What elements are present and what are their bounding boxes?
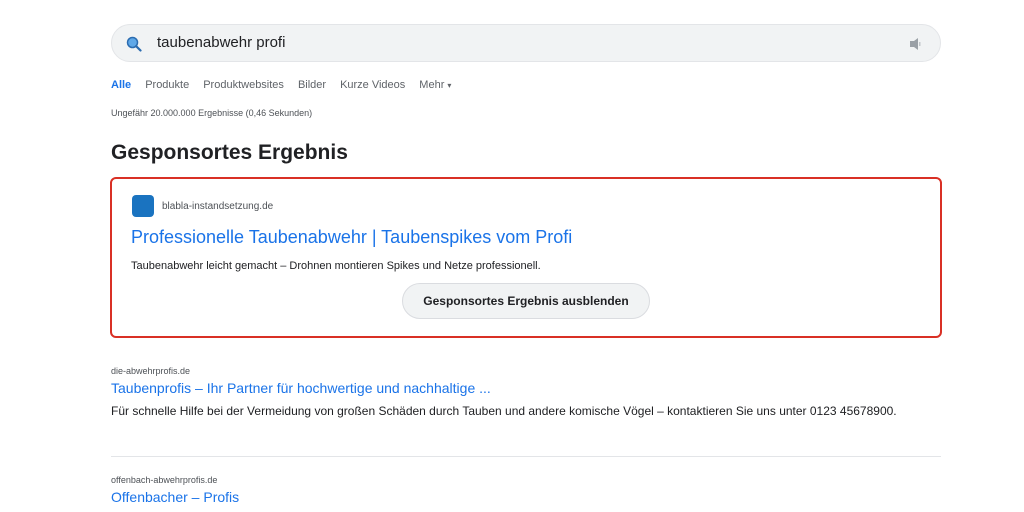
result-title-link[interactable]: Taubenprofis – Ihr Partner für hochwerti…: [111, 380, 491, 396]
sponsored-result: blabla-instandsetzung.de Professionelle …: [110, 177, 942, 338]
caret-down-icon: ▾: [447, 81, 452, 90]
tab-mehr-label: Mehr: [419, 79, 445, 91]
sponsored-heading: Gesponsortes Ergebnis: [111, 141, 348, 164]
ad-description: Taubenabwehr leicht gemacht – Drohnen mo…: [131, 260, 541, 272]
tab-alle[interactable]: Alle: [111, 79, 131, 91]
result-divider: [111, 456, 941, 457]
tab-produktwebsites[interactable]: Produktwebsites: [203, 79, 284, 91]
site-favicon-icon: [132, 195, 154, 217]
tab-produkte[interactable]: Produkte: [145, 79, 189, 91]
result-domain[interactable]: die-abwehrprofis.de: [111, 366, 941, 376]
hide-sponsored-button[interactable]: Gesponsortes Ergebnis ausblenden: [402, 283, 650, 319]
result-snippet: Für schnelle Hilfe bei der Vermeidung vo…: [111, 404, 897, 418]
result-domain[interactable]: offenbach-abwehrprofis.de: [111, 475, 941, 485]
ad-domain[interactable]: blabla-instandsetzung.de: [162, 201, 273, 212]
search-icon[interactable]: [126, 36, 142, 52]
tab-kurze-videos[interactable]: Kurze Videos: [340, 79, 405, 91]
result-title-link[interactable]: Offenbacher – Profis: [111, 489, 239, 505]
result-stats: Ungefähr 20.000.000 Ergebnisse (0,46 Sek…: [111, 108, 313, 118]
search-result: die-abwehrprofis.de Taubenprofis – Ihr P…: [111, 366, 941, 419]
search-tabs: Alle Produkte Produktwebsites Bilder Kur…: [111, 79, 451, 91]
search-input[interactable]: taubenabwehr profi: [157, 34, 285, 51]
ad-title-link[interactable]: Professionelle Taubenabwehr | Taubenspik…: [131, 227, 572, 248]
microphone-icon[interactable]: [908, 37, 922, 51]
search-result: offenbach-abwehrprofis.de Offenbacher – …: [111, 475, 941, 507]
search-bar[interactable]: taubenabwehr profi: [111, 24, 941, 62]
tab-bilder[interactable]: Bilder: [298, 79, 326, 91]
tab-mehr[interactable]: Mehr ▾: [419, 79, 451, 91]
